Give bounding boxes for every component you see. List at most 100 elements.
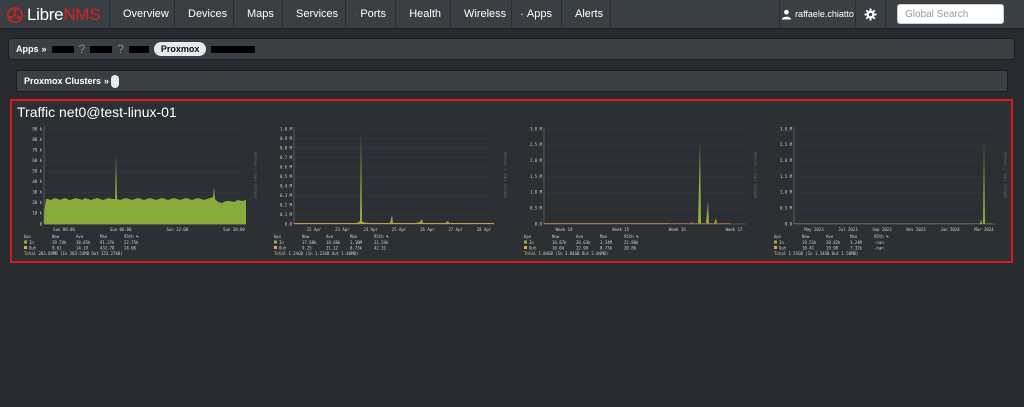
x-axis-ticks: May 2023 Jul 2023 Sep 2023 Nov 2023 Jan 2024… bbox=[804, 227, 994, 232]
breadcrumb-proxmox-active[interactable]: Proxmox bbox=[153, 42, 207, 56]
y-tick-label: 50 k bbox=[32, 169, 42, 174]
legend-in-value: 20.63k bbox=[576, 240, 591, 245]
settings-menu[interactable] bbox=[856, 0, 886, 28]
y-tick-label: 0.5 M bbox=[530, 205, 543, 210]
nav-maps[interactable]: Maps bbox=[234, 0, 283, 28]
clusters-separator: » bbox=[104, 76, 110, 86]
nav-wireless-label: Wireless bbox=[464, 8, 507, 20]
legend-header: Ave bbox=[76, 234, 84, 239]
legend-in-value: 3.24M bbox=[850, 240, 863, 245]
cluster-selector-pill[interactable] bbox=[111, 74, 120, 88]
legend-in-swatch bbox=[524, 240, 527, 244]
rrdtool-side-label: RRDTOOL / TOBI OETIKER bbox=[1003, 152, 1007, 199]
panel-title: Traffic net0@test-linux-01 bbox=[17, 104, 177, 120]
nav-alerts-label: Alerts bbox=[575, 8, 604, 20]
traffic-graph-week-svg: 1.0 M 0.9 M 0.8 M 0.7 M 0.6 M 0.5 M 0.4 M 0.3 M… bbox=[274, 126, 507, 256]
y-tick-label: 80 k bbox=[32, 137, 42, 142]
y-tick-label: 90 k bbox=[32, 126, 42, 131]
brand-name: LibreNMS bbox=[27, 4, 101, 24]
legend-header: Now bbox=[302, 234, 310, 239]
nav-devices[interactable]: Devices bbox=[175, 0, 234, 28]
y-tick-label: 0.3 M bbox=[280, 193, 293, 198]
legend-in-value: 19.51k bbox=[802, 240, 817, 245]
y-tick-label: 0.0 bbox=[785, 221, 793, 226]
legend-total: Total 283.69MB (In 283.54MB Out 153.27kB… bbox=[24, 251, 123, 256]
traffic-graph-day[interactable]: 90 k 80 k 70 k 60 k 50 k 40 k 30 k 20 k 10 k 0 Su… bbox=[20, 123, 260, 261]
legend-out-value: 42.31 bbox=[374, 246, 387, 251]
traffic-graph-week[interactable]: 1.0 M 0.9 M 0.8 M 0.7 M 0.6 M 0.5 M 0.4 M 0.3 M… bbox=[270, 123, 510, 261]
legend-header: 95th % bbox=[874, 234, 889, 239]
x-tick-label: Week 15 bbox=[612, 227, 629, 232]
nav-health[interactable]: Health bbox=[396, 0, 451, 28]
y-tick-label: 30 k bbox=[32, 190, 42, 195]
nav-health-label: Health bbox=[409, 8, 441, 20]
x-tick-label: 27 Apr bbox=[448, 227, 463, 232]
legend-out-value: 19.90 bbox=[826, 246, 839, 251]
librenms-logo-icon bbox=[7, 6, 23, 23]
redacted-app-link[interactable] bbox=[128, 45, 149, 53]
legend-out-value: Out bbox=[529, 246, 537, 251]
graph-legend: bps Now Ave Max 95th % In 19.74k 18.85k 91.37k 22… bbox=[24, 234, 139, 256]
nav-alerts[interactable]: Alerts bbox=[562, 0, 611, 28]
y-tick-label: 3.0 M bbox=[780, 126, 793, 131]
x-tick-label: 23 Apr bbox=[335, 227, 350, 232]
x-axis-ticks: Sun 00:00 Sun 06:00 Sun 12:00 Sun 18:00 bbox=[53, 227, 245, 232]
traffic-graph-month-svg: 3.0 M 2.5 M 2.0 M 1.5 M 1.0 M 0.5 M 0.0 Week 1… bbox=[524, 126, 757, 256]
x-tick-label: Week 17 bbox=[726, 227, 743, 232]
y-tick-label: 20 k bbox=[32, 200, 42, 205]
nav-maps-label: Maps bbox=[247, 8, 274, 20]
redacted-app-link[interactable] bbox=[51, 45, 74, 53]
legend-total: Total 1.84GB (In 1.84GB Out 2.04MB) bbox=[524, 251, 608, 256]
nav-overview-label: Overview bbox=[123, 8, 169, 20]
nav-devices-label: Devices bbox=[188, 8, 228, 20]
breadcrumb-question-1: ? bbox=[78, 42, 86, 56]
x-tick-label: May 2023 bbox=[804, 227, 824, 232]
nav-services-label: Services bbox=[296, 8, 339, 20]
legend-out-value: 20.86 bbox=[624, 246, 637, 251]
x-tick-label: 26 Apr bbox=[420, 227, 435, 232]
x-tick-label: 25 Apr bbox=[392, 227, 407, 232]
nav-overview[interactable]: Overview bbox=[109, 0, 175, 28]
traffic-graph-year[interactable]: 3.0 M 2.5 M 2.0 M 1.5 M 1.0 M 0.5 M 0.0 May 20… bbox=[770, 123, 1010, 261]
y-tick-label: 0.5 M bbox=[780, 205, 793, 210]
redacted-app-link[interactable] bbox=[90, 45, 113, 53]
clusters-label: Proxmox Clusters bbox=[24, 76, 102, 86]
legend-header: 95th % bbox=[374, 234, 389, 239]
legend-out-value: 22.98 bbox=[576, 246, 589, 251]
traffic-graph-month[interactable]: 3.0 M 2.5 M 2.0 M 1.5 M 1.0 M 0.5 M 0.0 Week 1… bbox=[520, 123, 760, 261]
graph-legend: bps Now Ave Max 95th % In 16.87k 20.63k 3.24M 21.… bbox=[524, 234, 639, 256]
nav-services[interactable]: Services bbox=[283, 0, 346, 28]
x-tick-label: Jan 2024 bbox=[940, 227, 960, 232]
legend-in-value: 19.74k bbox=[52, 240, 67, 245]
y-axis-ticks: 3.0 M 2.5 M 2.0 M 1.5 M 1.0 M 0.5 M 0.0 bbox=[530, 126, 543, 226]
rrdtool-side-label: RRDTOOL / TOBI OETIKER bbox=[753, 152, 757, 199]
user-menu[interactable]: raffaele.chiatto bbox=[779, 0, 856, 28]
gear-icon bbox=[864, 7, 877, 21]
rrdtool-side-label: RRDTOOL / TOBI OETIKER bbox=[253, 152, 257, 199]
breadcrumb-apps[interactable]: Apps bbox=[16, 44, 39, 54]
nav-ports-label: Ports bbox=[360, 8, 386, 20]
y-tick-label: 0.8 M bbox=[280, 145, 293, 150]
y-tick-label: 1.5 M bbox=[530, 174, 543, 179]
x-axis-ticks: Week 14 Week 15 Week 16 Week 17 bbox=[556, 227, 743, 232]
legend-in-value: 21.80k bbox=[624, 240, 639, 245]
legend-header: Ave bbox=[576, 234, 584, 239]
nav-wireless[interactable]: Wireless bbox=[451, 0, 512, 28]
brand-logo-link[interactable]: LibreNMS bbox=[6, 4, 101, 24]
legend-header: Now bbox=[802, 234, 810, 239]
nav-ports[interactable]: Ports bbox=[346, 0, 396, 28]
y-tick-label: 0.7 M bbox=[280, 155, 293, 160]
graph-legend: bps Now Ave Max 95th % In 17.68k 18.66k 1.10M 21.… bbox=[274, 234, 389, 256]
x-tick-label: 24 Apr bbox=[363, 227, 378, 232]
y-tick-label: 1.0 M bbox=[780, 190, 793, 195]
y-tick-label: 0.0 bbox=[535, 221, 543, 226]
nav-apps[interactable]: Apps bbox=[512, 0, 562, 28]
global-search-input[interactable] bbox=[897, 4, 1004, 24]
legend-in-value: 18.85k bbox=[76, 240, 91, 245]
legend-total: Total 1.24GB (In 1.23GB Out 1.40MB) bbox=[274, 251, 358, 256]
y-tick-label: 2.0 M bbox=[780, 158, 793, 163]
y-tick-label: 10 k bbox=[32, 211, 42, 216]
breadcrumb-separator: » bbox=[41, 44, 47, 54]
y-tick-label: 0.1 M bbox=[280, 212, 293, 217]
redacted-app-link[interactable] bbox=[211, 45, 256, 53]
